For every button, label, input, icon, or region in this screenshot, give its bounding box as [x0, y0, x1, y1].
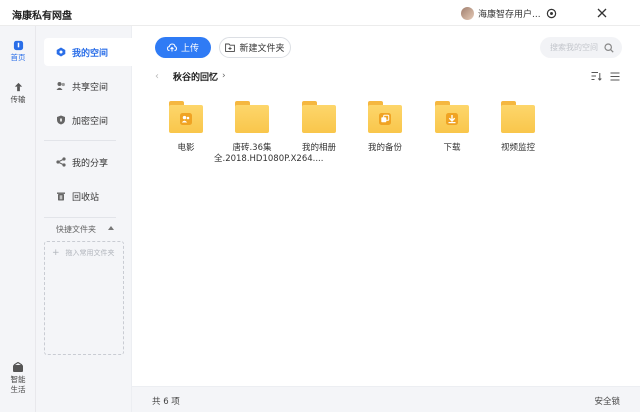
user-menu[interactable]: 海康智存用户... — [461, 5, 541, 21]
search-placeholder: 搜索我的空间 — [550, 43, 598, 52]
share-icon — [56, 157, 66, 167]
trash-icon — [57, 192, 65, 201]
folder-icon — [435, 101, 469, 133]
sidebar-item-my-share[interactable]: 我的分享 — [44, 148, 132, 176]
file-name: 我的相册 — [301, 143, 336, 153]
upload-label: 上传 — [180, 44, 199, 54]
title-bar: 海康私有网盘 海康智存用户... — [0, 0, 640, 26]
smart-life-icon — [13, 362, 23, 372]
quick-folders-title: 快捷文件夹 — [56, 225, 96, 234]
sidebar-divider — [44, 140, 116, 141]
nav-transfer[interactable]: 传输 — [0, 82, 36, 105]
nav-home[interactable]: 首页 — [0, 40, 36, 63]
sidebar-item-label: 回收站 — [72, 192, 100, 203]
plus-icon: + — [52, 248, 60, 258]
people-icon — [180, 113, 192, 125]
primary-nav: 首页 传输 智能 生活 — [0, 26, 36, 412]
sidebar-item-label: 共享空间 — [72, 82, 109, 93]
user-name: 海康智存用户... — [478, 9, 541, 20]
sidebar-divider — [44, 217, 116, 218]
nav-smart-life-label-1: 智能 — [10, 375, 26, 384]
folder-icon — [368, 101, 402, 133]
sidebar-item-label: 加密空间 — [72, 116, 109, 127]
settings-icon[interactable] — [543, 5, 559, 21]
home-icon — [13, 40, 23, 51]
upload-button[interactable]: 上传 — [155, 37, 211, 58]
download-icon — [446, 113, 458, 125]
encrypted-space-icon — [57, 115, 65, 125]
sidebar-item-label: 我的分享 — [72, 158, 109, 169]
new-folder-button[interactable]: 新建文件夹 — [219, 37, 291, 58]
app-title: 海康私有网盘 — [12, 11, 72, 22]
transfer-icon — [14, 82, 22, 92]
sidebar-item-trash[interactable]: 回收站 — [44, 182, 132, 210]
sort-icon[interactable] — [589, 69, 603, 83]
folder-icon — [169, 101, 203, 133]
quick-folders-hint-text: 拖入常用文件夹 — [65, 249, 115, 257]
nav-smart-life-label-2: 生活 — [10, 385, 26, 394]
sidebar-item-label: 我的空间 — [72, 48, 109, 59]
list-view-icon[interactable] — [608, 69, 622, 83]
file-name: 下载 — [443, 143, 461, 153]
file-name: 我的备份 — [367, 143, 402, 153]
new-folder-icon — [225, 43, 236, 52]
sidebar-item-encrypted-space[interactable]: 加密空间 — [44, 106, 132, 134]
shared-space-icon — [56, 82, 65, 90]
quick-folders-hint: + 拖入常用文件夹 — [52, 248, 115, 258]
file-item[interactable]: 下载 — [420, 101, 484, 154]
file-item[interactable]: 唐砖.36集全.2018.HD1080P.X264.... — [214, 101, 323, 165]
sidebar-item-shared-space[interactable]: 共享空间 — [44, 72, 132, 100]
my-space-icon — [56, 47, 66, 57]
chevron-right-icon[interactable]: › — [222, 71, 226, 81]
file-name: 唐砖.36集全.2018.HD1080P.X264.... — [214, 143, 324, 164]
file-name: 视频监控 — [500, 143, 535, 153]
breadcrumb: ‹ 秋谷的回忆 › — [155, 68, 226, 84]
file-item[interactable]: 视频监控 — [486, 101, 550, 154]
nav-smart-life[interactable]: 智能 生活 — [0, 362, 36, 395]
chevron-up-icon[interactable] — [108, 226, 114, 230]
file-item[interactable]: 电影 — [154, 101, 218, 154]
back-arrow-icon[interactable]: ‹ — [155, 71, 159, 82]
breadcrumb-current: 秋谷的回忆 — [173, 72, 219, 83]
cloud-upload-icon — [166, 43, 177, 52]
status-bar: 共 6 项 安全锁 — [132, 386, 640, 412]
folder-icon — [501, 101, 535, 133]
item-count: 共 6 项 — [152, 397, 180, 407]
new-folder-label: 新建文件夹 — [239, 44, 285, 54]
quick-folders-dropzone[interactable] — [44, 241, 124, 355]
nav-home-label: 首页 — [10, 53, 26, 62]
search-icon[interactable] — [604, 42, 614, 53]
close-icon[interactable] — [594, 5, 610, 21]
copy-icon — [379, 113, 391, 125]
file-item[interactable]: 我的相册 — [287, 101, 351, 154]
file-item[interactable]: 我的备份 — [353, 101, 417, 154]
file-name: 电影 — [177, 143, 195, 153]
folder-icon — [235, 101, 269, 133]
search-input[interactable]: 搜索我的空间 — [540, 37, 622, 58]
folder-icon — [302, 101, 336, 133]
security-lock-button[interactable]: 安全锁 — [594, 395, 620, 407]
nav-transfer-label: 传输 — [10, 95, 26, 104]
avatar — [461, 6, 474, 20]
sidebar-item-my-space[interactable]: 我的空间 — [44, 38, 132, 66]
